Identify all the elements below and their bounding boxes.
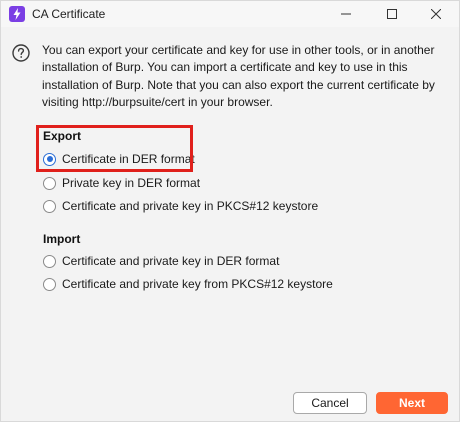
minimize-button[interactable]: [323, 1, 369, 27]
description-text: You can export your certificate and key …: [42, 43, 435, 109]
close-icon: [431, 9, 441, 19]
maximize-button[interactable]: [369, 1, 415, 27]
close-button[interactable]: [413, 1, 459, 27]
radio-label: Certificate and private key in DER forma…: [62, 254, 280, 268]
radio-button[interactable]: [43, 277, 56, 291]
radio-import-cert-key-pkcs12[interactable]: Certificate and private key from PKCS#12…: [43, 275, 333, 293]
radio-export-key-der[interactable]: Private key in DER format: [43, 174, 200, 192]
radio-button[interactable]: [43, 199, 56, 213]
export-section-title: Export: [43, 129, 82, 143]
radio-button[interactable]: [43, 176, 56, 190]
burp-lightning-icon: [9, 6, 25, 22]
radio-label: Private key in DER format: [62, 176, 201, 190]
cancel-button[interactable]: Cancel: [293, 392, 367, 414]
import-section-title: Import: [43, 232, 81, 246]
question-mark-icon: [12, 44, 30, 62]
radio-import-cert-key-der[interactable]: Certificate and private key in DER forma…: [43, 252, 279, 270]
radio-button-selected[interactable]: [43, 152, 56, 166]
radio-label: Certificate and private key in PKCS#12 k…: [62, 199, 319, 213]
next-button[interactable]: Next: [376, 392, 448, 414]
title-bar[interactable]: CA Certificate: [1, 1, 459, 27]
radio-export-cert-key-pkcs12[interactable]: Certificate and private key in PKCS#12 k…: [43, 197, 318, 215]
ca-certificate-dialog: CA Certificate You can export your certi…: [0, 0, 460, 422]
radio-button[interactable]: [43, 254, 56, 268]
minimize-icon: [341, 13, 351, 15]
radio-export-cert-der[interactable]: Certificate in DER format: [43, 150, 195, 168]
maximize-icon: [387, 9, 397, 19]
window-title: CA Certificate: [32, 7, 106, 21]
radio-label: Certificate and private key from PKCS#12…: [62, 277, 333, 291]
radio-label: Certificate in DER format: [62, 152, 195, 166]
dialog-content: You can export your certificate and key …: [1, 27, 459, 421]
